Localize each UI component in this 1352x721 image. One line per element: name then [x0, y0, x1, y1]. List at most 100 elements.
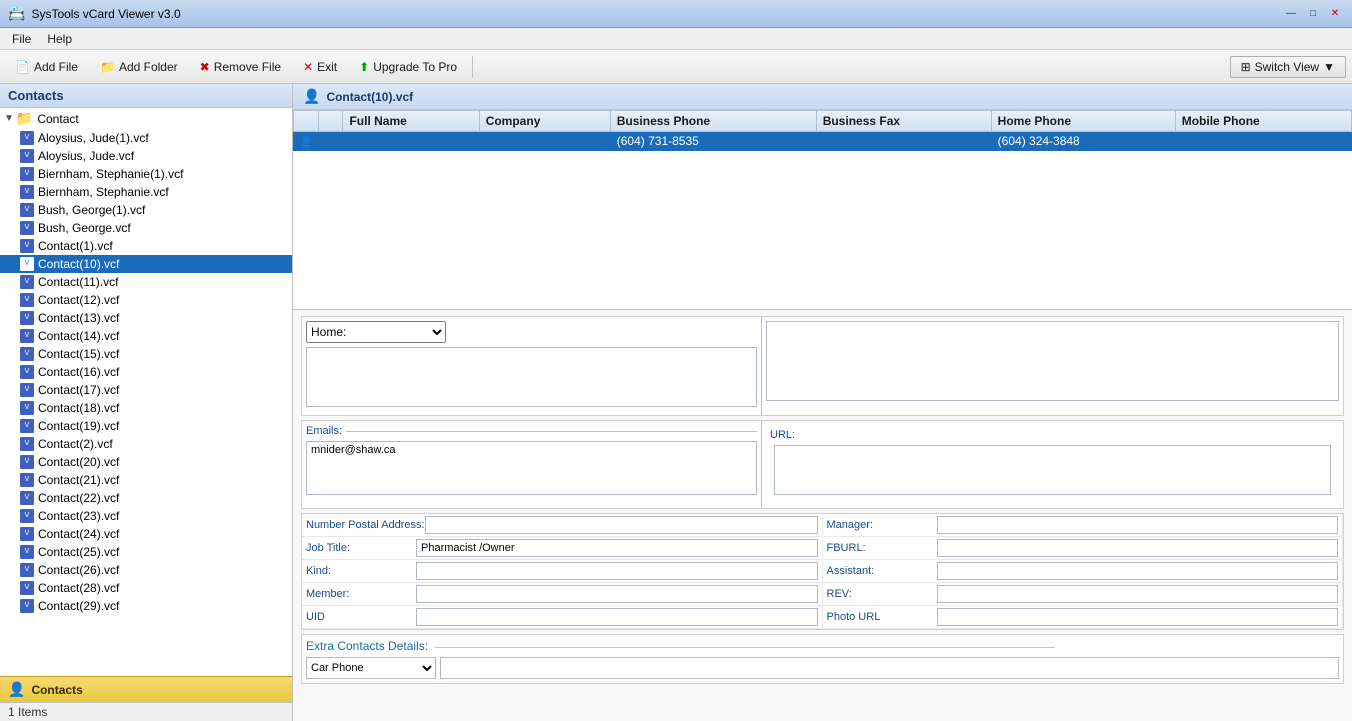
- vcf-icon: V: [20, 347, 34, 361]
- field-row-photourl: Photo URL: [823, 606, 1344, 629]
- sidebar-tree[interactable]: ▼ 📁 Contact V Aloysius, Jude(1).vcf V Al…: [0, 108, 292, 676]
- sidebar-item-contact2[interactable]: V Contact(2).vcf: [0, 435, 292, 453]
- sidebar-item-bush[interactable]: V Bush, George.vcf: [0, 219, 292, 237]
- field-input-fburl[interactable]: [937, 539, 1339, 557]
- vcf-icon: V: [20, 491, 34, 505]
- field-input-uid[interactable]: [416, 608, 818, 626]
- extra-type-select[interactable]: Car Phone Home Fax Work Fax ISDN Other: [306, 657, 436, 679]
- field-input-member[interactable]: [416, 585, 818, 603]
- menu-file[interactable]: File: [4, 30, 39, 48]
- address-map-textarea[interactable]: [766, 321, 1339, 401]
- sidebar-item-contact10[interactable]: V Contact(10).vcf: [0, 255, 292, 273]
- address-textarea[interactable]: [306, 347, 757, 407]
- row-full-name: [343, 132, 479, 151]
- field-input-manager[interactable]: [937, 516, 1339, 534]
- field-input-photourl[interactable]: [937, 608, 1339, 626]
- sidebar-item-contact26[interactable]: V Contact(26).vcf: [0, 561, 292, 579]
- maximize-button[interactable]: □: [1304, 5, 1322, 23]
- address-section: Home: Work: Other:: [301, 316, 1344, 416]
- content-header: 👤 Contact(10).vcf: [293, 84, 1352, 110]
- contacts-footer-label: Contacts: [31, 683, 82, 697]
- remove-file-icon: ✖: [200, 60, 210, 74]
- remove-file-button[interactable]: ✖ Remove File: [191, 56, 290, 78]
- vcf-icon: V: [20, 203, 34, 217]
- field-row-uid: UID: [302, 606, 823, 629]
- switch-view-button[interactable]: ⊞ Switch View ▼: [1230, 56, 1346, 78]
- sidebar-item-aloysius-jude[interactable]: V Aloysius, Jude.vcf: [0, 147, 292, 165]
- field-input-postal[interactable]: [425, 516, 818, 534]
- field-row-manager: Manager:: [823, 514, 1344, 537]
- sidebar-item-contact1[interactable]: V Contact(1).vcf: [0, 237, 292, 255]
- sidebar-item-contact18[interactable]: V Contact(18).vcf: [0, 399, 292, 417]
- sidebar-item-biernham1[interactable]: V Biernham, Stephanie(1).vcf: [0, 165, 292, 183]
- vcf-icon: V: [20, 257, 34, 271]
- address-type-select[interactable]: Home: Work: Other:: [306, 321, 446, 343]
- col-home-phone: Home Phone: [991, 111, 1175, 132]
- exit-button[interactable]: ✕ Exit: [294, 56, 346, 78]
- table-header-row: Full Name Company Business Phone Busines…: [294, 111, 1352, 132]
- email-right: URL:: [762, 421, 1343, 508]
- sidebar-item-aloysius-jude1[interactable]: V Aloysius, Jude(1).vcf: [0, 129, 292, 147]
- vcf-icon: V: [20, 239, 34, 253]
- field-row-jobtitle: Job Title:: [302, 537, 823, 560]
- field-label-postal: Number Postal Address:: [306, 519, 425, 531]
- field-row-postal: Number Postal Address:: [302, 514, 823, 537]
- sidebar-footer: 👤 Contacts: [0, 676, 292, 702]
- vcf-icon: V: [20, 527, 34, 541]
- field-input-kind[interactable]: [416, 562, 818, 580]
- sidebar-item-contact12[interactable]: V Contact(12).vcf: [0, 291, 292, 309]
- sidebar-item-contact21[interactable]: V Contact(21).vcf: [0, 471, 292, 489]
- extra-contacts-row: Car Phone Home Fax Work Fax ISDN Other: [306, 657, 1339, 679]
- menu-help[interactable]: Help: [39, 30, 80, 48]
- window-controls: — □ ✕: [1282, 5, 1344, 23]
- sidebar-item-contact25[interactable]: V Contact(25).vcf: [0, 543, 292, 561]
- row-company: [479, 132, 610, 151]
- sidebar-item-contact13[interactable]: V Contact(13).vcf: [0, 309, 292, 327]
- add-folder-button[interactable]: 📁 Add Folder: [91, 56, 187, 78]
- data-table-wrapper[interactable]: Full Name Company Business Phone Busines…: [293, 110, 1352, 310]
- sidebar-item-contact16[interactable]: V Contact(16).vcf: [0, 363, 292, 381]
- row-icon1: 👤: [294, 132, 319, 151]
- sidebar-item-contact11[interactable]: V Contact(11).vcf: [0, 273, 292, 291]
- vcf-icon: V: [20, 221, 34, 235]
- sidebar-item-contact28[interactable]: V Contact(28).vcf: [0, 579, 292, 597]
- field-input-jobtitle[interactable]: [416, 539, 818, 557]
- sidebar-item-contact14[interactable]: V Contact(14).vcf: [0, 327, 292, 345]
- sidebar-item-biernham[interactable]: V Biernham, Stephanie.vcf: [0, 183, 292, 201]
- email-textarea[interactable]: [306, 441, 757, 495]
- sidebar-item-contact19[interactable]: V Contact(19).vcf: [0, 417, 292, 435]
- fields-grid: Number Postal Address: Manager: Job Titl…: [301, 513, 1344, 630]
- field-input-assistant[interactable]: [937, 562, 1339, 580]
- vcf-icon: V: [20, 437, 34, 451]
- vcf-icon: V: [20, 131, 34, 145]
- sidebar-item-contact24[interactable]: V Contact(24).vcf: [0, 525, 292, 543]
- sidebar-item-contact20[interactable]: V Contact(20).vcf: [0, 453, 292, 471]
- minimize-button[interactable]: —: [1282, 5, 1300, 23]
- title-bar: 📇 SysTools vCard Viewer v3.0 — □ ✕: [0, 0, 1352, 28]
- sidebar-item-bush1[interactable]: V Bush, George(1).vcf: [0, 201, 292, 219]
- app-title: SysTools vCard Viewer v3.0: [31, 7, 180, 21]
- col-icon1: [294, 111, 319, 132]
- folder-icon: 📁: [16, 110, 33, 127]
- sidebar-item-contact15[interactable]: V Contact(15).vcf: [0, 345, 292, 363]
- email-left: Emails:: [302, 421, 762, 508]
- extra-value-input[interactable]: [440, 657, 1339, 679]
- add-file-button[interactable]: 📄 Add File: [6, 56, 87, 78]
- sidebar-item-contact23[interactable]: V Contact(23).vcf: [0, 507, 292, 525]
- exit-icon: ✕: [303, 60, 313, 74]
- close-button[interactable]: ✕: [1326, 5, 1344, 23]
- detail-panel[interactable]: Home: Work: Other: Emails:: [293, 310, 1352, 721]
- col-company: Company: [479, 111, 610, 132]
- vcf-icon: V: [20, 383, 34, 397]
- field-input-rev[interactable]: [937, 585, 1339, 603]
- upgrade-button[interactable]: ⬆ Upgrade To Pro: [350, 56, 466, 78]
- collapse-icon[interactable]: ▼: [4, 113, 14, 124]
- main-layout: Contacts ▼ 📁 Contact V Aloysius, Jude(1)…: [0, 84, 1352, 721]
- table-row[interactable]: 👤 (604) 731-8535 (604) 324-3848: [294, 132, 1352, 151]
- url-input[interactable]: [774, 445, 1331, 495]
- sidebar-item-contact22[interactable]: V Contact(22).vcf: [0, 489, 292, 507]
- tree-root-contact[interactable]: ▼ 📁 Contact: [0, 108, 292, 129]
- sidebar-item-contact17[interactable]: V Contact(17).vcf: [0, 381, 292, 399]
- sidebar-item-contact29[interactable]: V Contact(29).vcf: [0, 597, 292, 615]
- address-left: Home: Work: Other:: [302, 317, 762, 415]
